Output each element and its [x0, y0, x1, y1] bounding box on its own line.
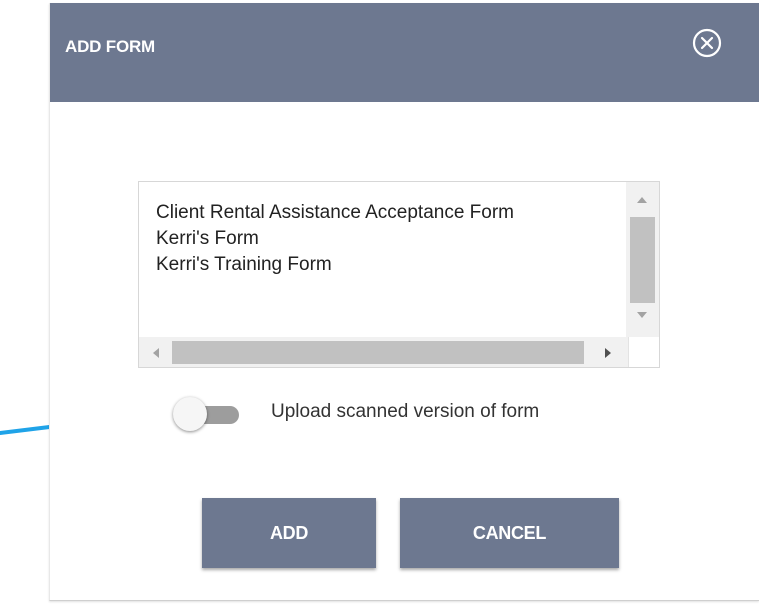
- form-list-item[interactable]: Kerri's Training Form: [156, 252, 625, 278]
- toggle-knob[interactable]: [173, 397, 207, 431]
- arrow-right-icon[interactable]: [605, 348, 611, 358]
- horizontal-scrollbar[interactable]: [139, 337, 628, 367]
- arrow-left-icon[interactable]: [153, 348, 159, 358]
- upload-scanned-label: Upload scanned version of form: [271, 401, 540, 422]
- form-list-item[interactable]: Client Rental Assistance Acceptance Form: [156, 200, 625, 226]
- screen: ADD FORM Client Rental Assistance Accept…: [0, 0, 759, 605]
- add-button[interactable]: ADD: [202, 498, 376, 568]
- form-list: Client Rental Assistance Acceptance Form…: [156, 200, 625, 278]
- scrollbar-corner: [628, 337, 659, 367]
- form-list-box[interactable]: Client Rental Assistance Acceptance Form…: [138, 181, 660, 368]
- close-button[interactable]: [691, 27, 723, 59]
- vertical-scrollbar[interactable]: [626, 182, 659, 337]
- arrow-up-icon[interactable]: [637, 197, 647, 203]
- cancel-button[interactable]: CANCEL: [400, 498, 619, 568]
- add-form-dialog: ADD FORM Client Rental Assistance Accept…: [49, 3, 759, 601]
- dialog-title: ADD FORM: [65, 37, 155, 56]
- arrow-down-icon[interactable]: [637, 312, 647, 318]
- form-list-item[interactable]: Kerri's Form: [156, 226, 625, 252]
- upload-scanned-toggle[interactable]: [171, 396, 241, 432]
- horizontal-scroll-thumb[interactable]: [172, 341, 584, 364]
- dialog-header: ADD FORM: [50, 3, 759, 102]
- close-circle-icon: [692, 28, 722, 58]
- vertical-scroll-thumb[interactable]: [630, 217, 655, 303]
